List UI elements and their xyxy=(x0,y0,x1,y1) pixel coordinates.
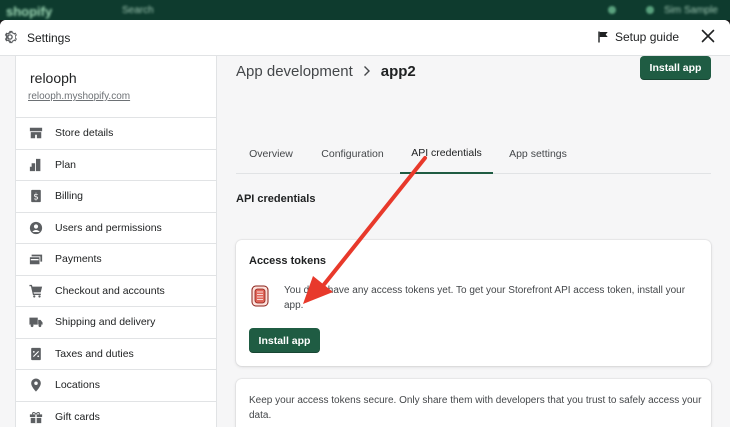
sidebar-item-locations[interactable]: Locations xyxy=(16,369,216,401)
sidebar-item-label: Taxes and duties xyxy=(55,347,134,360)
store-icon xyxy=(29,128,43,139)
settings-header: Settings Setup guide xyxy=(0,20,730,56)
sidebar-item-label: Store details xyxy=(55,127,114,140)
sidebar-item-label: Gift cards xyxy=(55,410,100,423)
cart-icon xyxy=(29,284,43,298)
card-title: Access tokens xyxy=(249,255,327,267)
user-name[interactable]: Sim Sample xyxy=(664,5,718,16)
sidebar-item-shipping-and-delivery[interactable]: Shipping and delivery xyxy=(16,306,216,338)
chevron-right-icon xyxy=(363,66,370,76)
breadcrumb: App development app2 xyxy=(236,60,416,82)
tab-configuration[interactable]: Configuration xyxy=(311,134,394,174)
sidebar-item-label: Locations xyxy=(55,379,100,392)
billing-icon: $ xyxy=(31,190,41,203)
access-tokens-card: Access tokens You don't have any access … xyxy=(236,240,711,366)
tab-bar: Overview Configuration API credentials A… xyxy=(236,134,711,174)
store-url-link[interactable]: relooph.myshopify.com xyxy=(28,91,130,102)
settings-window: Settings Setup guide relooph relooph.mys… xyxy=(0,20,730,427)
access-tokens-message: You don't have any access tokens yet. To… xyxy=(284,285,686,311)
page-title: app2 xyxy=(380,62,416,80)
sidebar-item-label: Shipping and delivery xyxy=(55,316,156,329)
truck-icon xyxy=(29,317,43,328)
window-title: Settings xyxy=(27,31,71,45)
main-content: App development app2 Install app Overvie… xyxy=(236,56,711,427)
security-notice-card: Keep your access tokens secure. Only sha… xyxy=(236,379,711,427)
tab-overview[interactable]: Overview xyxy=(236,134,306,174)
sidebar-item-store-details[interactable]: Store details xyxy=(16,117,216,149)
setup-guide-button[interactable]: Setup guide xyxy=(598,30,679,44)
flag-icon xyxy=(598,31,608,43)
settings-sidebar: relooph relooph.myshopify.com Store deta… xyxy=(15,56,217,427)
tab-api-credentials[interactable]: API credentials xyxy=(400,134,493,174)
sidebar-item-label: Billing xyxy=(55,190,84,203)
setup-guide-label: Setup guide xyxy=(615,30,680,44)
sidebar-item-taxes-and-duties[interactable]: Taxes and duties xyxy=(16,337,216,370)
sidebar-item-checkout-and-accounts[interactable]: Checkout and accounts xyxy=(16,274,216,307)
sidebar-item-label: Payments xyxy=(55,253,102,266)
admin-top-bar: shopify Search Sim Sample xyxy=(0,0,730,20)
plan-icon xyxy=(29,158,41,171)
location-icon xyxy=(31,378,41,392)
empty-token-icon xyxy=(251,285,269,307)
gear-icon xyxy=(4,30,17,44)
shopify-logo: shopify xyxy=(6,4,53,19)
user-icon xyxy=(29,221,43,234)
tax-icon xyxy=(31,347,41,360)
breadcrumb-app-development[interactable]: App development xyxy=(236,63,353,80)
sidebar-item-label: Users and permissions xyxy=(55,221,162,234)
payments-icon xyxy=(29,254,43,265)
sidebar-item-plan[interactable]: Plan xyxy=(16,148,216,181)
settings-nav: Store details Plan $ Billing Users and p… xyxy=(16,117,216,427)
sidebar-item-users-and-permissions[interactable]: Users and permissions xyxy=(16,211,216,244)
svg-text:$: $ xyxy=(33,193,39,203)
close-icon[interactable] xyxy=(700,28,716,44)
sidebar-item-label: Checkout and accounts xyxy=(55,284,165,297)
sidebar-item-billing[interactable]: $ Billing xyxy=(16,180,216,212)
sidebar-item-label: Plan xyxy=(55,158,77,171)
tab-app-settings[interactable]: App settings xyxy=(500,134,576,174)
store-name: relooph xyxy=(30,70,77,86)
install-app-card-button[interactable]: Install app xyxy=(249,328,320,353)
admin-search[interactable]: Search xyxy=(122,5,154,16)
sidebar-item-payments[interactable]: Payments xyxy=(16,243,216,275)
sidebar-item-gift-cards[interactable]: Gift cards xyxy=(16,400,216,427)
gift-icon xyxy=(29,411,43,423)
security-message: Keep your access tokens secure. Only sha… xyxy=(249,395,702,421)
install-app-button[interactable]: Install app xyxy=(640,56,711,80)
section-title: API credentials xyxy=(236,193,316,205)
avatar[interactable] xyxy=(646,6,654,14)
notification-icon[interactable] xyxy=(608,6,616,14)
